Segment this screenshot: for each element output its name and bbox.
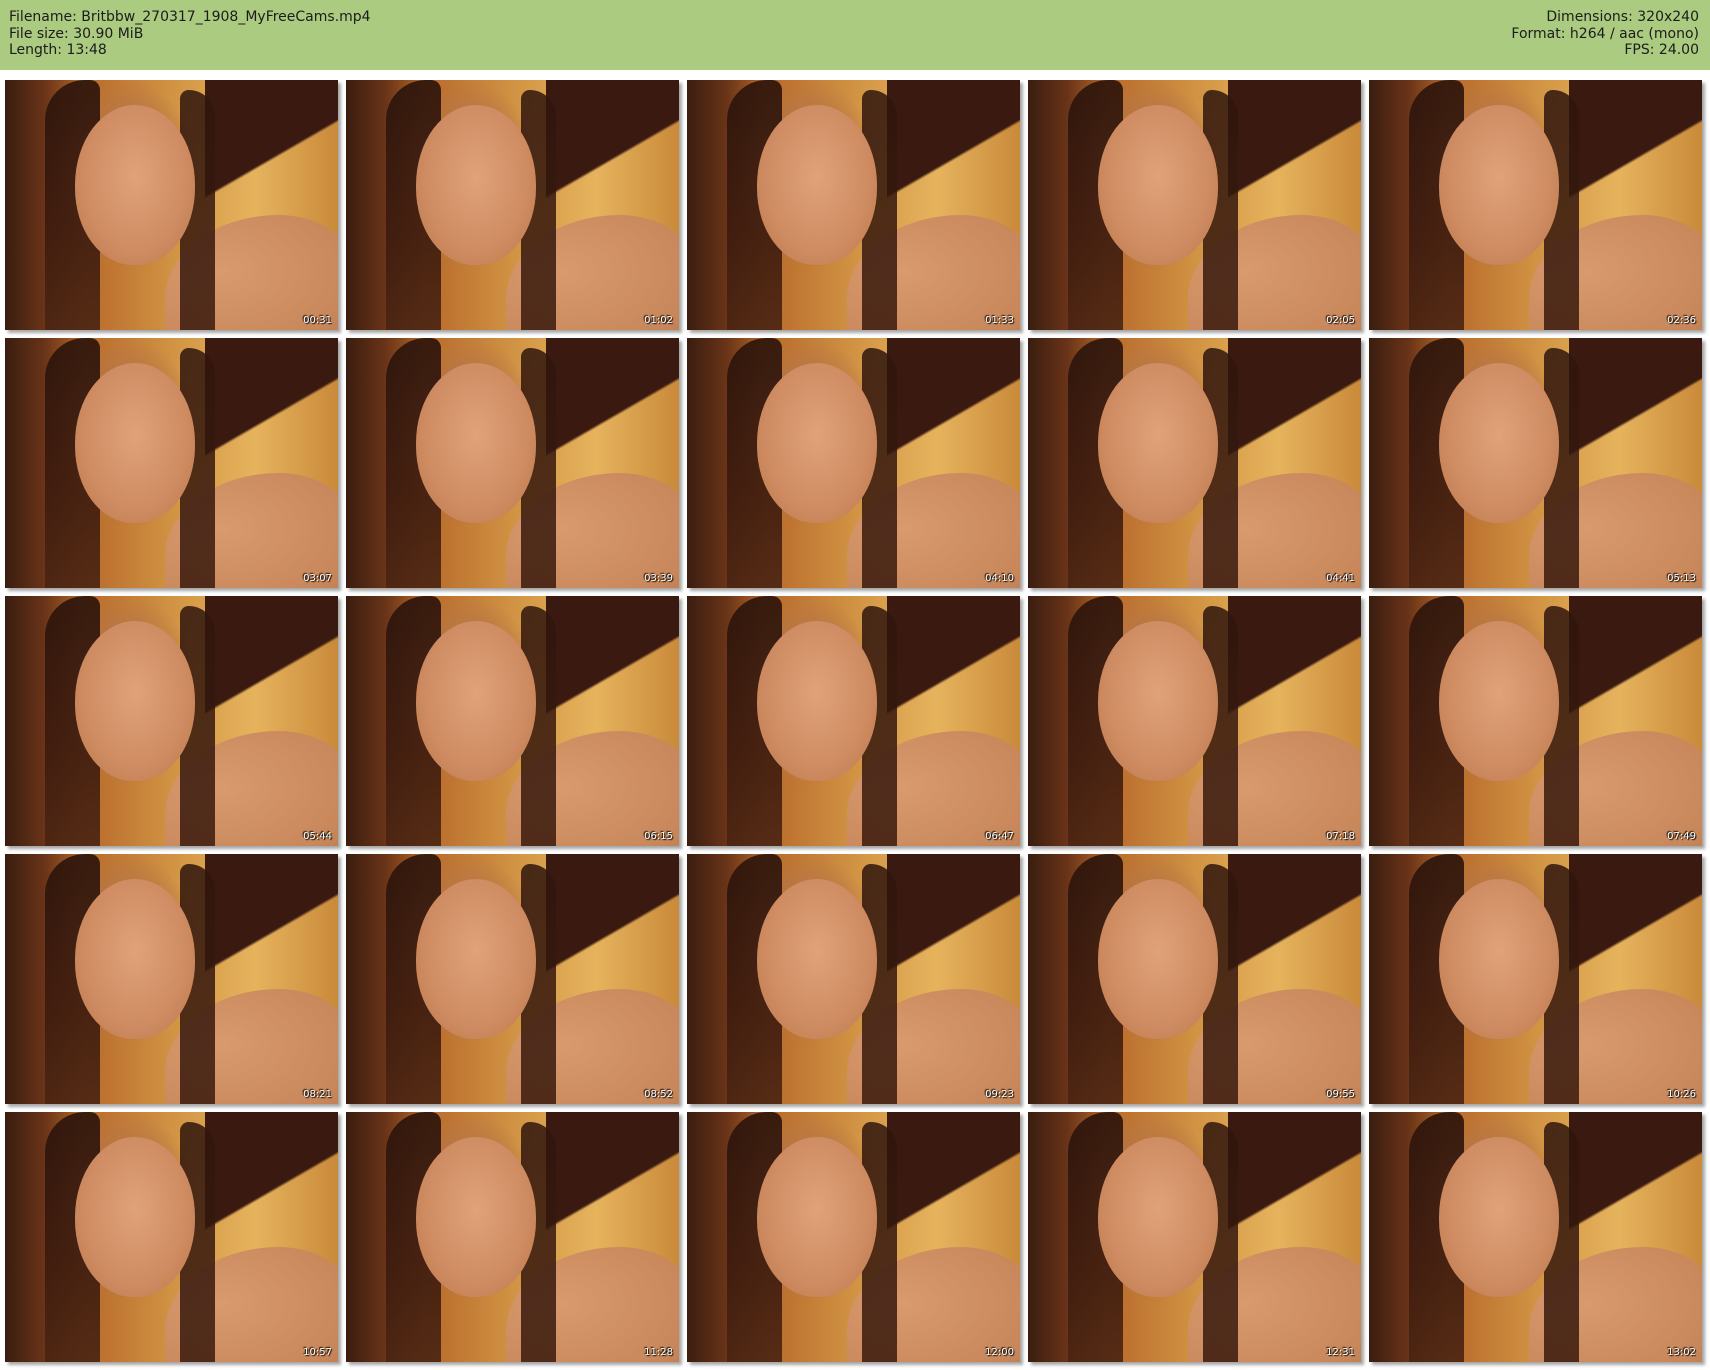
video-thumbnail: 08:52 xyxy=(346,854,679,1104)
video-thumbnail: 07:18 xyxy=(1028,596,1361,846)
thumbnail-timestamp: 04:41 xyxy=(1326,573,1355,584)
video-thumbnail: 02:05 xyxy=(1028,80,1361,330)
thumbnail-timestamp: 01:33 xyxy=(985,315,1014,326)
video-thumbnail: 03:07 xyxy=(5,338,338,588)
frame-face xyxy=(757,621,877,781)
format-text: Format: h264 / aac (mono) xyxy=(1511,25,1699,42)
video-thumbnail: 07:49 xyxy=(1369,596,1702,846)
frame-face xyxy=(416,621,536,781)
thumbnail-timestamp: 02:36 xyxy=(1667,315,1696,326)
thumbnail-timestamp: 09:55 xyxy=(1326,1089,1355,1100)
thumbnail-timestamp: 10:26 xyxy=(1667,1089,1696,1100)
thumbnail-timestamp: 12:31 xyxy=(1326,1347,1355,1358)
thumbnail-timestamp: 01:02 xyxy=(644,315,673,326)
frame-face xyxy=(75,105,195,265)
frame-face xyxy=(1098,363,1218,523)
file-size-text: File size: 30.90 MiB xyxy=(9,25,144,42)
video-thumbnail: 03:39 xyxy=(346,338,679,588)
frame-face xyxy=(1439,105,1559,265)
frame-face xyxy=(1098,621,1218,781)
thumbnail-timestamp: 02:05 xyxy=(1326,315,1355,326)
frame-face xyxy=(757,363,877,523)
video-thumbnail: 12:00 xyxy=(687,1112,1020,1362)
video-thumbnail: 09:23 xyxy=(687,854,1020,1104)
video-thumbnail: 04:10 xyxy=(687,338,1020,588)
thumbnail-timestamp: 03:39 xyxy=(644,573,673,584)
video-thumbnail: 06:47 xyxy=(687,596,1020,846)
thumbnail-timestamp: 11:28 xyxy=(644,1347,673,1358)
frame-face xyxy=(1098,1137,1218,1297)
video-thumbnail: 11:28 xyxy=(346,1112,679,1362)
frame-face xyxy=(416,363,536,523)
thumbnail-timestamp: 04:10 xyxy=(985,573,1014,584)
video-thumbnail: 00:31 xyxy=(5,80,338,330)
frame-face xyxy=(1439,363,1559,523)
frame-face xyxy=(757,879,877,1039)
thumbnail-timestamp: 12:00 xyxy=(985,1347,1014,1358)
video-thumbnail: 10:57 xyxy=(5,1112,338,1362)
frame-face xyxy=(75,621,195,781)
thumbnail-timestamp: 03:07 xyxy=(303,573,332,584)
file-info-right: Dimensions: 320x240 Format: h264 / aac (… xyxy=(1511,9,1699,59)
thumbnail-timestamp: 09:23 xyxy=(985,1089,1014,1100)
video-thumbnail: 05:13 xyxy=(1369,338,1702,588)
frame-face xyxy=(416,105,536,265)
frame-face xyxy=(1098,879,1218,1039)
frame-face xyxy=(1098,105,1218,265)
thumbnail-timestamp: 00:31 xyxy=(303,315,332,326)
video-thumbnail: 12:31 xyxy=(1028,1112,1361,1362)
frame-face xyxy=(416,1137,536,1297)
thumbnail-timestamp: 06:15 xyxy=(644,831,673,842)
video-thumbnail: 08:21 xyxy=(5,854,338,1104)
thumbnail-timestamp: 08:21 xyxy=(303,1089,332,1100)
video-thumbnail: 09:55 xyxy=(1028,854,1361,1104)
video-thumbnail: 06:15 xyxy=(346,596,679,846)
video-thumbnail: 13:02 xyxy=(1369,1112,1702,1362)
file-info-left: Filename: Britbbw_270317_1908_MyFreeCams… xyxy=(9,9,371,59)
frame-face xyxy=(1439,621,1559,781)
dimensions-text: Dimensions: 320x240 xyxy=(1546,9,1699,25)
video-thumbnail: 02:36 xyxy=(1369,80,1702,330)
thumbnail-timestamp: 07:49 xyxy=(1667,831,1696,842)
thumbnail-timestamp: 05:44 xyxy=(303,831,332,842)
thumbnail-timestamp: 05:13 xyxy=(1667,573,1696,584)
video-thumbnail: 01:02 xyxy=(346,80,679,330)
frame-face xyxy=(416,879,536,1039)
frame-face xyxy=(75,879,195,1039)
frame-face xyxy=(1439,879,1559,1039)
video-thumbnail: 01:33 xyxy=(687,80,1020,330)
thumbnail-timestamp: 06:47 xyxy=(985,831,1014,842)
frame-face xyxy=(1439,1137,1559,1297)
frame-face xyxy=(75,363,195,523)
video-thumbnail: 04:41 xyxy=(1028,338,1361,588)
thumbnail-grid: 00:31 01:02 01:33 02:05 02:36 03:07 03:39 04:10… xyxy=(5,80,1705,1365)
frame-face xyxy=(757,1137,877,1297)
frame-face xyxy=(75,1137,195,1297)
info-header: Filename: Britbbw_270317_1908_MyFreeCams… xyxy=(0,0,1710,70)
thumbnail-timestamp: 07:18 xyxy=(1326,831,1355,842)
filename-text: Filename: Britbbw_270317_1908_MyFreeCams… xyxy=(9,9,371,25)
video-thumbnail: 05:44 xyxy=(5,596,338,846)
thumbnail-timestamp: 13:02 xyxy=(1667,1347,1696,1358)
frame-face xyxy=(757,105,877,265)
thumbnail-timestamp: 08:52 xyxy=(644,1089,673,1100)
length-text: Length: 13:48 xyxy=(9,42,107,58)
video-thumbnail: 10:26 xyxy=(1369,854,1702,1104)
fps-text: FPS: 24.00 xyxy=(1624,42,1699,58)
thumbnail-timestamp: 10:57 xyxy=(303,1347,332,1358)
